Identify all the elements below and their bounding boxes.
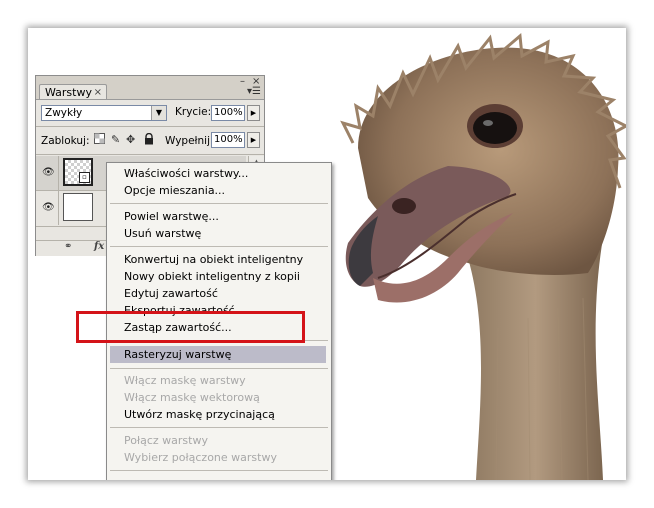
smart-object-badge-icon: ▫: [79, 172, 90, 183]
blend-mode-select[interactable]: Zwykły ▼: [41, 105, 167, 121]
tab-layers[interactable]: Warstwy ×: [39, 84, 107, 99]
menu-item-create-clipping-mask[interactable]: Utwórz maskę przycinającą: [124, 407, 275, 422]
menu-item-blending-options[interactable]: Opcje mieszania...: [124, 183, 225, 198]
move-icon[interactable]: ✥: [126, 133, 135, 146]
annotation-highlight-box: [76, 311, 305, 343]
menu-item-enable-vector-mask: Włącz maskę wektorową: [124, 391, 260, 404]
menu-separator: [110, 203, 328, 204]
menu-separator: [110, 368, 328, 369]
eye-icon[interactable]: 👁: [42, 167, 55, 178]
menu-item-convert-smart-object[interactable]: Konwertuj na obiekt inteligentny: [124, 252, 303, 267]
opacity-label: Krycie:: [175, 106, 212, 118]
fill-label: Wypełnij:: [165, 135, 214, 147]
fill-arrow-icon[interactable]: ▶: [247, 132, 260, 148]
brush-icon[interactable]: ✎: [111, 133, 120, 146]
divider: [58, 191, 59, 225]
menu-item-layer-properties[interactable]: Właściwości warstwy...: [124, 166, 248, 181]
lock-icons: ✎ ✥: [94, 132, 164, 149]
menu-separator: [110, 246, 328, 247]
blend-mode-value: Zwykły: [45, 107, 83, 119]
menu-separator: [110, 427, 328, 428]
menu-item-new-smart-object-copy[interactable]: Nowy obiekt inteligentny z kopii: [124, 269, 300, 284]
menu-item-edit-contents[interactable]: Edytuj zawartość: [124, 286, 218, 301]
menu-item-duplicate-layer[interactable]: Powiel warstwę...: [124, 209, 219, 224]
menu-separator: [110, 470, 328, 471]
transparency-lock-icon[interactable]: [94, 133, 105, 147]
tab-close-icon[interactable]: ×: [94, 85, 102, 100]
document-canvas: – × Warstwy × ▾☰ Zwykły ▼ Krycie: 100% ▶…: [28, 28, 626, 480]
chevron-down-icon[interactable]: ▼: [151, 106, 166, 120]
opacity-arrow-icon[interactable]: ▶: [247, 105, 260, 121]
link-icon[interactable]: ⚭: [64, 241, 72, 252]
opacity-input[interactable]: 100%: [211, 105, 245, 121]
tab-layers-label: Warstwy: [45, 86, 92, 99]
menu-item-link-layers: Połącz warstwy: [124, 434, 208, 447]
fx-icon[interactable]: fx: [94, 241, 104, 252]
fill-input[interactable]: 100%: [211, 132, 245, 148]
minimize-icon[interactable]: –: [240, 76, 245, 87]
eye-icon[interactable]: 👁: [42, 202, 55, 213]
menu-item-enable-layer-mask: Włącz maskę warstwy: [124, 374, 246, 387]
divider: [36, 126, 264, 127]
panel-menu-icon[interactable]: ▾☰: [247, 86, 261, 97]
divider: [58, 156, 59, 190]
divider: [36, 154, 264, 155]
menu-item-select-linked-layers: Wybierz połączone warstwy: [124, 451, 277, 464]
menu-item-rasterize-layer[interactable]: Rasteryzuj warstwę: [124, 347, 231, 362]
white-thumbnail[interactable]: [63, 193, 93, 221]
smart-object-thumbnail[interactable]: ▫: [63, 158, 93, 186]
lock-icon[interactable]: [144, 132, 154, 148]
menu-item-delete-layer[interactable]: Usuń warstwę: [124, 226, 201, 241]
lock-label: Zablokuj:: [41, 135, 90, 147]
